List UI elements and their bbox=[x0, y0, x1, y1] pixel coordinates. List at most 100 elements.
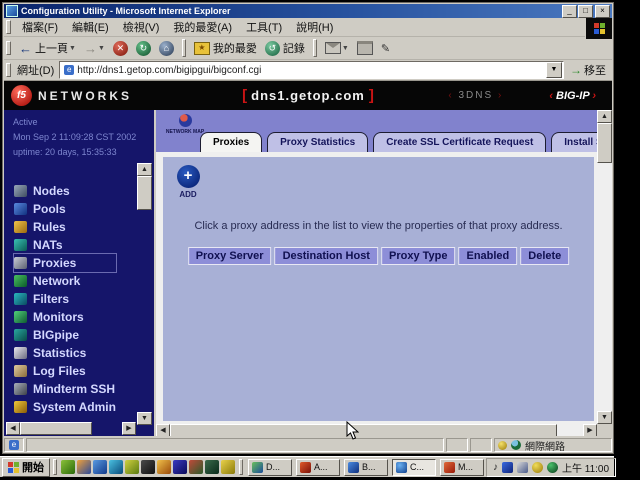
tab-install-ssl-certificate[interactable]: Install SSL Certifi bbox=[551, 132, 597, 152]
status-page-icon-pane: e bbox=[4, 438, 24, 452]
start-button[interactable]: 開始 bbox=[2, 458, 50, 477]
menu-edit[interactable]: 編輯(E) bbox=[65, 18, 116, 36]
scroll-down-icon[interactable]: ▼ bbox=[597, 411, 612, 424]
quick-launch-icon[interactable] bbox=[221, 460, 235, 474]
scroll-down-icon[interactable]: ▼ bbox=[137, 412, 152, 425]
scroll-left-icon[interactable]: ◀ bbox=[6, 422, 20, 435]
go-button[interactable]: → 移至 bbox=[564, 62, 612, 78]
sidebar-item-nats[interactable]: NATs bbox=[14, 236, 116, 254]
print-button[interactable] bbox=[353, 40, 377, 56]
add-proxy-button[interactable]: + ADD bbox=[173, 165, 203, 199]
toolbar: ← 上一頁 ▼ → ▼ ✕ ↻ ⌂ ★ 我的最愛 ↺ 記錄 ▼ ✎ bbox=[4, 37, 612, 60]
ie-app-icon bbox=[396, 462, 407, 473]
mail-button[interactable]: ▼ bbox=[321, 41, 353, 55]
tray-icon[interactable] bbox=[547, 462, 558, 473]
taskbar-separator bbox=[239, 459, 243, 475]
close-button[interactable]: × bbox=[595, 5, 610, 18]
zone-shield-icon bbox=[498, 441, 507, 450]
addressbar: 網址(D) e http://dns1.getop.com/bigipgui/b… bbox=[4, 60, 612, 81]
tray-icon[interactable] bbox=[517, 462, 528, 473]
quick-launch-icon[interactable] bbox=[77, 460, 91, 474]
history-button[interactable]: ↺ 記錄 bbox=[261, 39, 309, 57]
status-uptime: uptime: 20 days, 15:35:33 bbox=[13, 145, 136, 160]
taskbar-window-button[interactable]: D... bbox=[248, 459, 292, 476]
product-bigip: ‹ BIG-IP › bbox=[549, 90, 596, 102]
mail-dropdown-icon: ▼ bbox=[342, 45, 349, 52]
quick-launch-icon[interactable] bbox=[205, 460, 219, 474]
scroll-up-icon[interactable]: ▲ bbox=[597, 110, 612, 123]
quick-launch-icon[interactable] bbox=[189, 460, 203, 474]
maximize-button[interactable]: □ bbox=[578, 5, 593, 18]
sidebar-horizontal-scrollbar[interactable]: ◀ ▶ bbox=[6, 422, 136, 435]
quick-launch-icon[interactable] bbox=[173, 460, 187, 474]
tray-icon[interactable] bbox=[532, 462, 543, 473]
home-icon: ⌂ bbox=[159, 41, 174, 56]
scroll-up-icon[interactable]: ▲ bbox=[137, 163, 152, 176]
tab-proxy-statistics[interactable]: Proxy Statistics bbox=[267, 132, 368, 152]
pools-icon bbox=[14, 203, 27, 215]
address-dropdown-icon[interactable]: ▼ bbox=[546, 62, 562, 78]
nats-icon bbox=[14, 239, 27, 251]
taskbar-window-button[interactable]: M... bbox=[440, 459, 484, 476]
sidebar-item-bigpipe[interactable]: BIGpipe bbox=[14, 326, 116, 344]
menu-tools[interactable]: 工具(T) bbox=[239, 18, 289, 36]
quick-launch-icon[interactable] bbox=[157, 460, 171, 474]
edit-button[interactable]: ✎ bbox=[377, 41, 394, 56]
status-pane bbox=[470, 438, 492, 452]
zone-label: 網際網路 bbox=[525, 438, 565, 453]
quick-launch-icon[interactable] bbox=[125, 460, 139, 474]
scroll-right-icon[interactable]: ▶ bbox=[122, 422, 136, 435]
go-arrow-icon: → bbox=[570, 63, 582, 77]
sidebar-item-filters[interactable]: Filters bbox=[14, 290, 116, 308]
sidebar-item-system-admin[interactable]: System Admin bbox=[14, 398, 116, 416]
address-input[interactable]: e http://dns1.getop.com/bigipgui/bigconf… bbox=[59, 61, 564, 79]
refresh-button[interactable]: ↻ bbox=[132, 40, 155, 57]
quick-launch-icon[interactable] bbox=[141, 460, 155, 474]
sidebar-item-network[interactable]: Network bbox=[14, 272, 116, 290]
menu-favorites[interactable]: 我的最愛(A) bbox=[166, 18, 239, 36]
back-label: 上一頁 bbox=[35, 40, 68, 56]
sidebar-item-statistics[interactable]: Statistics bbox=[14, 344, 116, 362]
tab-proxies[interactable]: Proxies bbox=[200, 132, 262, 152]
sidebar-vertical-scrollbar[interactable]: ▲ ▼ bbox=[137, 163, 152, 425]
stop-button[interactable]: ✕ bbox=[109, 40, 132, 57]
toolbar-grip[interactable] bbox=[6, 41, 11, 55]
favorites-button[interactable]: ★ 我的最愛 bbox=[190, 39, 261, 57]
sidebar-item-rules[interactable]: Rules bbox=[14, 218, 116, 236]
taskbar-window-button[interactable]: A... bbox=[296, 459, 340, 476]
minimize-button[interactable]: _ bbox=[562, 5, 577, 18]
taskbar-window-button[interactable]: B... bbox=[344, 459, 388, 476]
taskbar-window-button-active[interactable]: C... bbox=[392, 459, 436, 476]
history-icon: ↺ bbox=[265, 41, 280, 56]
quick-launch-icon[interactable] bbox=[109, 460, 123, 474]
forward-button[interactable]: → ▼ bbox=[80, 40, 109, 57]
status-pane bbox=[446, 438, 468, 452]
tab-create-ssl-certificate-request[interactable]: Create SSL Certificate Request bbox=[373, 132, 546, 152]
filters-icon bbox=[14, 293, 27, 305]
sidebar-item-log-files[interactable]: Log Files bbox=[14, 362, 116, 380]
menu-view[interactable]: 檢視(V) bbox=[116, 18, 167, 36]
toolbar-grip[interactable] bbox=[6, 20, 11, 34]
scrollbar-thumb[interactable] bbox=[137, 176, 152, 210]
history-label: 記錄 bbox=[283, 40, 305, 56]
sidebar-item-proxies[interactable]: Proxies bbox=[14, 254, 116, 272]
menu-help[interactable]: 說明(H) bbox=[289, 18, 340, 36]
window-title: Configuration Utility - Microsoft Intern… bbox=[21, 6, 561, 16]
scrollbar-thumb[interactable] bbox=[597, 123, 612, 163]
refresh-icon: ↻ bbox=[136, 41, 151, 56]
main-vertical-scrollbar[interactable]: ▲ ▼ bbox=[597, 110, 612, 424]
quick-launch-icon[interactable] bbox=[93, 460, 107, 474]
sidebar-item-monitors[interactable]: Monitors bbox=[14, 308, 116, 326]
home-button[interactable]: ⌂ bbox=[155, 40, 178, 57]
sidebar-item-pools[interactable]: Pools bbox=[14, 200, 116, 218]
volume-icon[interactable]: ♪ bbox=[493, 462, 498, 473]
toolbar-grip[interactable] bbox=[6, 63, 11, 77]
quick-launch-icon[interactable] bbox=[61, 460, 75, 474]
f5-banner: f5 NETWORKS [ dns1.getop.com ] ‹ 3DNS › … bbox=[4, 81, 612, 110]
scrollbar-thumb[interactable] bbox=[20, 422, 92, 435]
menu-file[interactable]: 檔案(F) bbox=[15, 18, 65, 36]
sidebar-item-mindterm-ssh[interactable]: Mindterm SSH bbox=[14, 380, 116, 398]
back-button[interactable]: ← 上一頁 ▼ bbox=[15, 39, 80, 57]
tray-icon[interactable] bbox=[502, 462, 513, 473]
sidebar-item-nodes[interactable]: Nodes bbox=[14, 182, 116, 200]
